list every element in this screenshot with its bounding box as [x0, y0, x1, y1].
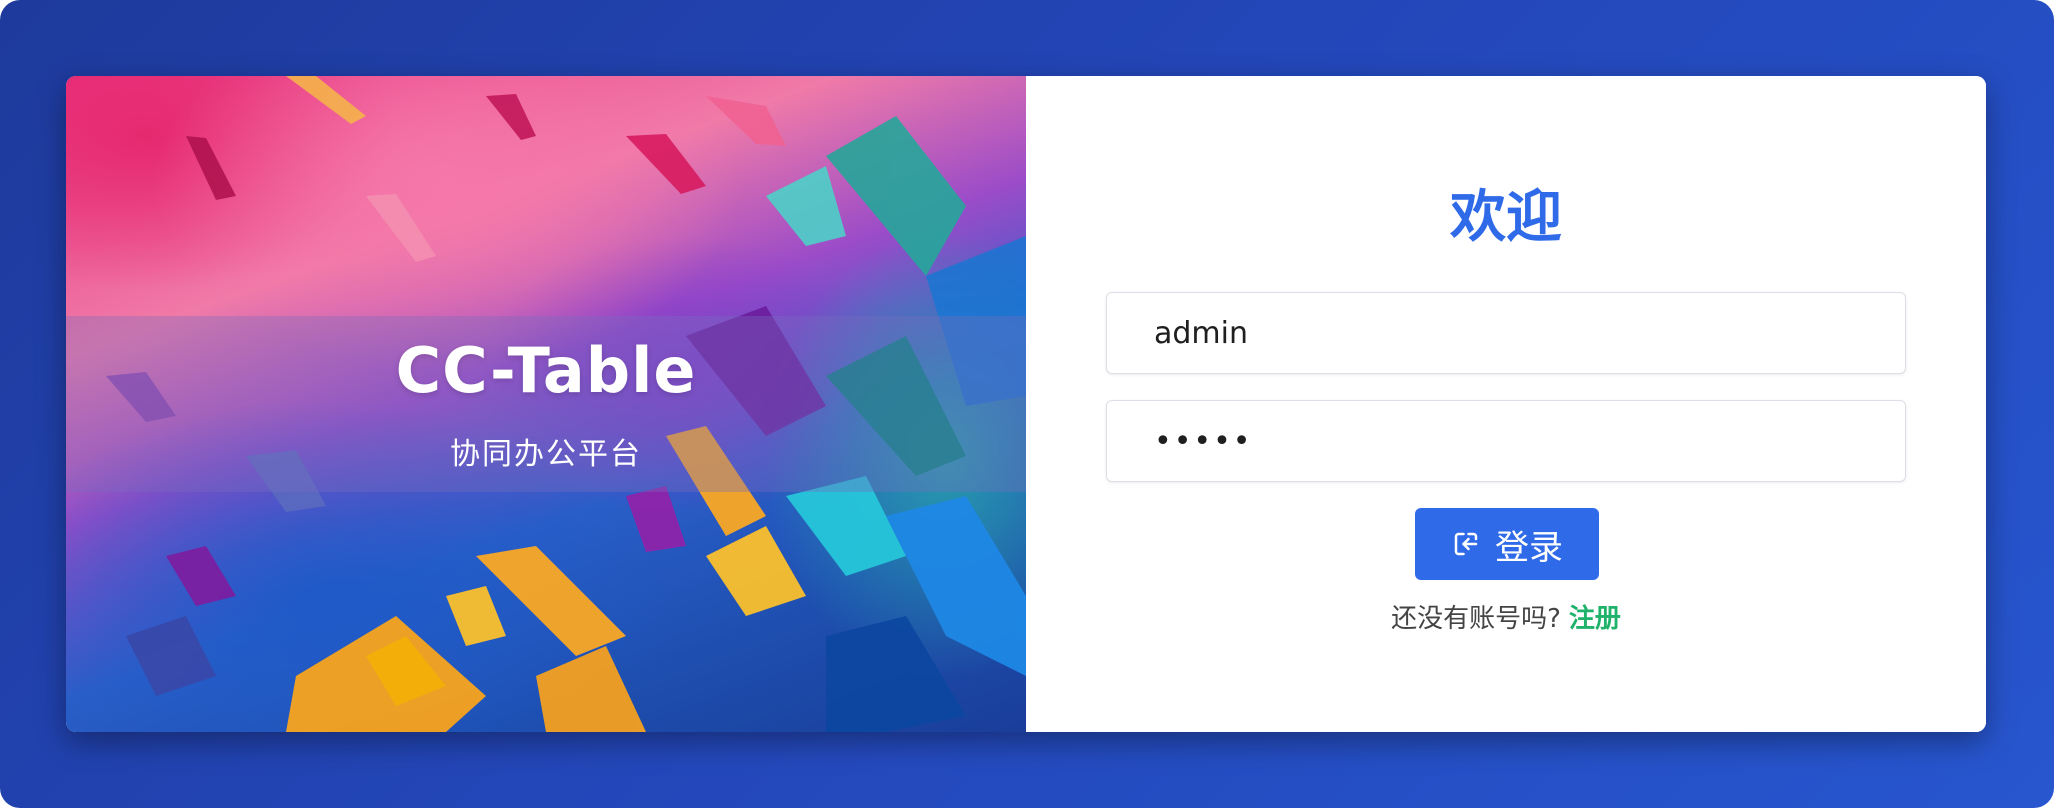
password-field-wrapper	[1106, 400, 1906, 482]
register-prompt-text: 还没有账号吗?	[1391, 604, 1561, 634]
login-card: CC-Table 协同办公平台 欢迎 登录 还	[66, 76, 1986, 732]
login-page: CC-Table 协同办公平台 欢迎 登录 还	[0, 0, 2054, 808]
password-input[interactable]	[1107, 401, 1905, 481]
login-enter-icon	[1454, 532, 1478, 556]
username-input[interactable]	[1107, 293, 1905, 373]
brand-artwork-panel: CC-Table 协同办公平台	[66, 76, 1026, 732]
login-form-panel: 欢迎 登录 还没有账号吗? 注册	[1026, 76, 1986, 732]
welcome-heading: 欢迎	[1450, 185, 1562, 250]
login-button-label: 登录	[1495, 527, 1563, 568]
username-field-wrapper	[1106, 292, 1906, 374]
brand-subtitle: 协同办公平台	[450, 437, 642, 472]
register-prompt-line: 还没有账号吗? 注册	[1026, 598, 1986, 635]
login-button[interactable]: 登录	[1415, 508, 1599, 580]
brand-title: CC-Table	[395, 334, 697, 407]
register-link[interactable]: 注册	[1569, 604, 1621, 634]
